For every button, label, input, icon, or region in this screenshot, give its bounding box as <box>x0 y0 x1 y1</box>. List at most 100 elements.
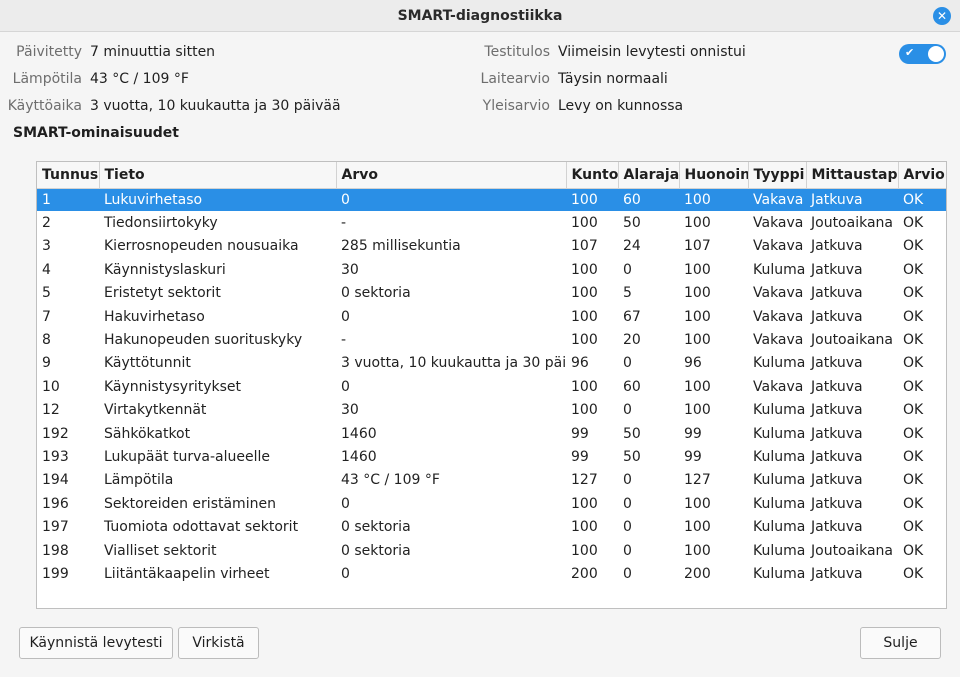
table-row[interactable]: 7 Hakuvirhetaso 0 100 67 100 Vakava Jatkuva OK <box>37 305 946 328</box>
info-value: Täysin normaali <box>558 71 668 87</box>
table-cell: Vakava <box>753 215 804 232</box>
table-cell: 3 vuotta, 10 kuukautta ja 30 päivää <box>341 355 566 372</box>
info-label: Käyttöaika <box>7 98 82 114</box>
table-cell: 100 <box>684 519 711 536</box>
table-row[interactable]: 9 Käyttötunnit 3 vuotta, 10 kuukautta ja 3… <box>37 352 946 375</box>
title-bar: SMART-diagnostiikka ✕ <box>0 0 960 32</box>
smart-enabled-toggle[interactable]: ✔ <box>899 44 946 64</box>
table-cell: 100 <box>679 188 748 212</box>
table-cell: Joutoaikana <box>811 332 893 349</box>
info-value: Viimeisin levytesti onnistui <box>558 44 746 60</box>
table-header-row: Tunnus Tieto Arvo Kunto Alaraja Huonoin Tyyppi… <box>37 162 946 189</box>
table-cell: OK <box>903 355 924 372</box>
table-cell: 8 <box>42 332 51 349</box>
table-row[interactable]: 4 Käynnistyslaskuri 30 100 0 100 Kuluma Jatkuva… <box>37 258 946 281</box>
toggle-knob <box>928 46 944 62</box>
table-row[interactable]: 194 Lämpötila 43 °C / 109 °F 127 0 127 Kuluma J… <box>37 469 946 492</box>
table-cell: Lukuvirhetaso <box>99 188 336 212</box>
table-cell: Vakava <box>748 188 806 212</box>
start-disk-test-button[interactable]: Käynnistä levytesti <box>19 627 173 659</box>
table-cell: 100 <box>684 378 711 395</box>
table-cell: 96 <box>684 355 702 372</box>
table-row[interactable]: 10 Käynnistysyritykset 0 100 60 100 Vakava Jatk… <box>37 375 946 398</box>
info-updated: Päivitetty 7 minuuttia sitten <box>0 41 215 63</box>
table-row[interactable]: 192 Sähkökatkot 1460 99 50 99 Kuluma Jatkuva OK <box>37 422 946 445</box>
table-cell: Käynnistysyritykset <box>104 378 242 395</box>
close-button[interactable]: Sulje <box>860 627 941 659</box>
table-cell: Vakava <box>753 285 804 302</box>
table-row[interactable]: 199 Liitäntäkaapelin virheet 0 200 0 200 Kulum… <box>37 562 946 585</box>
refresh-button[interactable]: Virkistä <box>178 627 259 659</box>
info-value: 3 vuotta, 10 kuukautta ja 30 päivää <box>90 98 341 114</box>
table-cell: 100 <box>684 332 711 349</box>
table-cell: 0 <box>623 261 632 278</box>
table-cell: Hakunopeuden suorituskyky <box>104 332 303 349</box>
smart-attributes-table[interactable]: Tunnus Tieto Arvo Kunto Alaraja Huonoin Tyyppi… <box>36 161 947 609</box>
window-title: SMART-diagnostiikka <box>397 7 563 24</box>
table-row[interactable]: 2 Tiedonsiirtokyky - 100 50 100 Vakava Joutoaik… <box>37 211 946 234</box>
table-cell: 3 <box>42 238 51 255</box>
column-header[interactable]: Mittaustapa <box>806 162 899 189</box>
column-header[interactable]: Arvio <box>898 162 946 189</box>
table-cell: 30 <box>341 261 359 278</box>
column-header[interactable]: Huonoin <box>679 162 749 189</box>
table-row[interactable]: 196 Sektoreiden eristäminen 0 100 0 100 Kuluma… <box>37 492 946 515</box>
table-cell: Kuluma <box>753 495 806 512</box>
column-header[interactable]: Arvo <box>336 162 567 189</box>
table-cell: 0 <box>623 402 632 419</box>
info-value: Levy on kunnossa <box>558 98 684 114</box>
table-cell: 60 <box>623 378 641 395</box>
table-cell: Jatkuva <box>811 495 863 512</box>
table-cell: 100 <box>571 542 598 559</box>
info-device-assessment: Laitearvio Täysin normaali <box>400 68 668 90</box>
table-row[interactable]: 1 Lukuvirhetaso 0 100 60 100 Vakava Jatkuva OK <box>37 188 946 212</box>
table-cell: Eristetyt sektorit <box>104 285 221 302</box>
table-row[interactable]: 8 Hakunopeuden suorituskyky - 100 20 100 Vakav… <box>37 328 946 351</box>
column-header[interactable]: Alaraja <box>618 162 680 189</box>
table-row[interactable]: 5 Eristetyt sektorit 0 sektoria 100 5 100 Vaka… <box>37 282 946 305</box>
table-row[interactable]: 12 Virtakytkennät 30 100 0 100 Kuluma Jatkuva OK <box>37 399 946 422</box>
table-cell: 0 <box>623 472 632 489</box>
table-cell: OK <box>903 238 924 255</box>
table-cell: 99 <box>571 425 589 442</box>
table-cell: 0 <box>341 308 350 325</box>
table-cell: 0 <box>623 495 632 512</box>
table-cell: Käyttötunnit <box>104 355 191 372</box>
table-cell: Jatkuva <box>811 308 863 325</box>
table-cell: 100 <box>684 542 711 559</box>
column-header[interactable]: Kunto <box>566 162 619 189</box>
table-cell: Vakava <box>753 332 804 349</box>
column-header[interactable]: Tieto <box>99 162 337 189</box>
table-cell: 194 <box>42 472 69 489</box>
table-cell: 0 <box>341 495 350 512</box>
table-cell: Jatkuva <box>811 355 863 372</box>
table-cell: 100 <box>571 285 598 302</box>
close-window-button[interactable]: ✕ <box>933 7 951 25</box>
attributes-table: Tunnus Tieto Arvo Kunto Alaraja Huonoin Tyyppi… <box>37 162 946 586</box>
info-test-result: Testitulos Viimeisin levytesti onnistui <box>400 41 746 63</box>
button-bar: Käynnistä levytesti Virkistä Sulje <box>0 627 960 659</box>
column-header[interactable]: Tyyppi <box>748 162 807 189</box>
table-cell: 7 <box>42 308 51 325</box>
table-cell: 1460 <box>341 448 377 465</box>
table-cell: 96 <box>571 355 589 372</box>
table-cell: 2 <box>42 215 51 232</box>
table-row[interactable]: 3 Kierrosnopeuden nousuaika 285 millisekun… <box>37 235 946 258</box>
table-cell: 20 <box>623 332 641 349</box>
table-row[interactable]: 193 Lukupäät turva-alueelle 1460 99 50 99 Kulu… <box>37 445 946 468</box>
table-cell: Lukupäät turva-alueelle <box>104 448 270 465</box>
table-cell: Joutoaikana <box>811 215 893 232</box>
table-cell: OK <box>903 402 924 419</box>
table-cell: Tuomiota odottavat sektorit <box>104 519 299 536</box>
table-cell: OK <box>903 448 924 465</box>
table-cell: 1460 <box>341 425 377 442</box>
table-cell: Kierrosnopeuden nousuaika <box>104 238 299 255</box>
table-cell: Virtakytkennät <box>104 402 207 419</box>
table-row[interactable]: 197 Tuomiota odottavat sektorit 0 sektoria… <box>37 515 946 538</box>
table-cell: OK <box>903 472 924 489</box>
table-cell: 9 <box>42 355 51 372</box>
table-cell: 100 <box>571 519 598 536</box>
column-header[interactable]: Tunnus <box>37 162 100 189</box>
table-cell: 60 <box>618 188 679 212</box>
table-row[interactable]: 198 Vialliset sektorit 0 sektoria 100 0 100 Ku… <box>37 539 946 562</box>
